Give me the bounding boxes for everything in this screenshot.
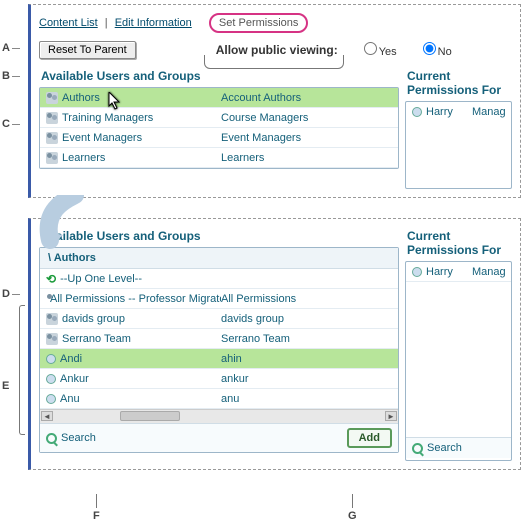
search-button[interactable]: Search xyxy=(46,432,96,444)
user-icon xyxy=(46,394,56,404)
callout-bracket-B xyxy=(204,55,344,69)
label-G: G xyxy=(348,494,357,522)
label-F: F xyxy=(93,494,100,522)
item-desc: ankur xyxy=(221,373,392,385)
item-name: Harry xyxy=(426,106,453,118)
current-permissions-heading: Current Permissions For xyxy=(405,65,512,101)
item-desc: davids group xyxy=(221,313,392,325)
tab-edit-information[interactable]: Edit Information xyxy=(115,17,192,29)
label-D: D xyxy=(2,288,20,300)
list-item[interactable]: Authors Account Authors xyxy=(40,88,398,108)
item-name: Serrano Team xyxy=(62,333,131,345)
label-C: C xyxy=(2,118,20,130)
scroll-right-icon[interactable]: ► xyxy=(385,411,397,421)
user-icon xyxy=(46,374,56,384)
scroll-left-icon[interactable]: ◄ xyxy=(41,411,53,421)
user-icon xyxy=(412,267,422,277)
search-icon xyxy=(46,433,57,444)
label-B: B xyxy=(2,70,20,82)
radio-no[interactable] xyxy=(423,42,436,55)
panel-top: Content List | Edit Information Set Perm… xyxy=(28,4,521,198)
list-item[interactable]: Serrano Team Serrano Team xyxy=(40,329,398,349)
item-desc: Event Managers xyxy=(221,132,392,144)
label-A: A xyxy=(2,42,20,54)
radio-yes-label[interactable]: Yes xyxy=(358,42,397,58)
group-icon xyxy=(46,313,58,325)
radio-yes[interactable] xyxy=(364,42,377,55)
annotation-labels: A B C D E xyxy=(2,0,26,520)
breadcrumb[interactable]: \ Authors xyxy=(40,248,398,269)
item-name: Ankur xyxy=(60,373,89,385)
list-item[interactable]: davids group davids group xyxy=(40,309,398,329)
radio-no-label[interactable]: No xyxy=(417,42,452,58)
available-list-bottom: \ Authors ⟲--Up One Level-- All Permissi… xyxy=(39,247,399,453)
item-desc: Course Managers xyxy=(221,112,392,124)
item-name: Event Managers xyxy=(62,132,142,144)
item-desc: All Permissions xyxy=(221,293,392,305)
list-item[interactable]: Harry Manag xyxy=(406,102,511,122)
tab-content-list[interactable]: Content List xyxy=(39,17,98,29)
group-icon xyxy=(46,92,58,104)
item-name: Andi xyxy=(60,353,82,365)
tabs-row: Content List | Edit Information Set Perm… xyxy=(39,11,512,39)
item-desc: ahin xyxy=(221,353,392,365)
up-arrow-icon: ⟲ xyxy=(46,273,56,285)
add-button[interactable]: Add xyxy=(347,428,392,448)
current-permissions-list-top: Harry Manag xyxy=(405,101,512,189)
options-row: Reset To Parent Allow public viewing: Ye… xyxy=(39,39,512,65)
bottom-annotation-labels: F G xyxy=(28,494,521,518)
item-name: davids group xyxy=(62,313,125,325)
item-desc: Account Authors xyxy=(221,92,392,104)
item-name: Harry xyxy=(426,266,453,278)
scroll-thumb[interactable] xyxy=(120,411,180,421)
up-one-level[interactable]: ⟲--Up One Level-- xyxy=(40,269,398,289)
current-permissions-list-bottom: Harry Manag Search xyxy=(405,261,512,461)
panel-bottom: Available Users and Groups \ Authors ⟲--… xyxy=(28,218,521,470)
list-item[interactable]: Training Managers Course Managers xyxy=(40,108,398,128)
search-button[interactable]: Search xyxy=(412,442,462,454)
item-desc: anu xyxy=(221,393,392,405)
group-icon xyxy=(46,333,58,345)
user-icon xyxy=(46,354,56,364)
item-desc: Manag xyxy=(472,106,505,118)
tab-set-permissions[interactable]: Set Permissions xyxy=(209,13,308,33)
item-name: Authors xyxy=(62,92,100,104)
group-icon xyxy=(46,112,58,124)
search-icon xyxy=(412,443,423,454)
item-desc: Manag xyxy=(472,266,505,278)
reset-to-parent-button[interactable]: Reset To Parent xyxy=(39,41,136,59)
list-item[interactable]: Ankur ankur xyxy=(40,369,398,389)
item-name: All Permissions -- Professor Migrated Us… xyxy=(50,293,221,305)
list-footer: Search Add xyxy=(40,423,398,452)
list-item[interactable]: Harry Manag xyxy=(406,262,511,282)
item-name: Training Managers xyxy=(62,112,153,124)
flow-arrow-icon xyxy=(35,195,95,250)
available-list-top: Authors Account Authors Training Manager… xyxy=(39,87,399,169)
item-name: Learners xyxy=(62,152,105,164)
list-item[interactable]: Andi ahin xyxy=(40,349,398,369)
list-item[interactable]: Event Managers Event Managers xyxy=(40,128,398,148)
item-name: Anu xyxy=(60,393,80,405)
user-icon xyxy=(412,107,422,117)
list-item[interactable]: Anu anu xyxy=(40,389,398,409)
list-footer: Search xyxy=(406,437,511,458)
group-icon xyxy=(46,132,58,144)
current-permissions-heading: Current Permissions For xyxy=(405,225,512,261)
group-icon xyxy=(46,152,58,164)
item-desc: Serrano Team xyxy=(221,333,392,345)
list-item[interactable]: All Permissions -- Professor Migrated Us… xyxy=(40,289,398,309)
item-desc: Learners xyxy=(221,152,392,164)
label-E: E xyxy=(2,380,9,392)
horizontal-scrollbar[interactable]: ◄ ► xyxy=(40,409,398,423)
list-item[interactable]: Learners Learners xyxy=(40,148,398,168)
